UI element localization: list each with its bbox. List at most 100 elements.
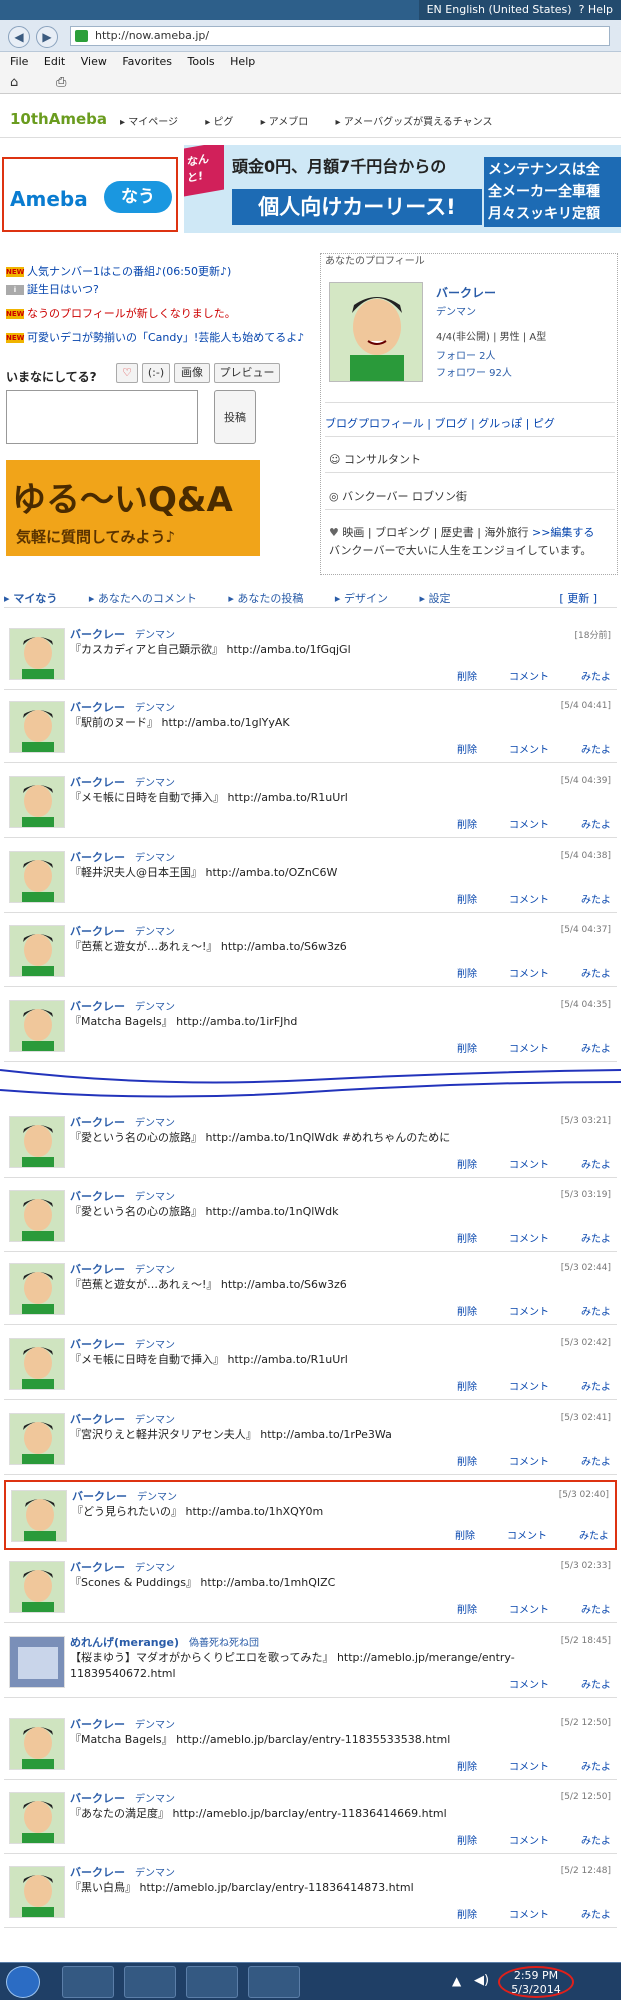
post-text[interactable]: 『宮沢りえと軽井沢タリアセン夫人』 http://amba.to/1rPe3Wa xyxy=(70,1427,570,1443)
delete-button[interactable]: 削除 xyxy=(457,1836,477,1847)
delete-button[interactable]: 削除 xyxy=(457,745,477,756)
avatar[interactable] xyxy=(9,1338,65,1390)
seen-button[interactable]: みたよ xyxy=(579,1531,609,1542)
post-text[interactable]: 『愛という名の心の旅路』 http://amba.to/1nQlWdk xyxy=(70,1204,570,1220)
avatar[interactable] xyxy=(9,1000,65,1052)
comment-button[interactable]: コメント xyxy=(509,1680,549,1691)
delete-button[interactable]: 削除 xyxy=(457,1160,477,1171)
ameba-now-logo[interactable]: Ameba なう xyxy=(2,157,178,232)
delete-button[interactable]: 削除 xyxy=(457,1234,477,1245)
volume-icon[interactable]: ◀) xyxy=(474,1973,489,1988)
nav-goods[interactable]: アメーバグッズが買えるチャンス xyxy=(344,117,493,128)
forward-icon[interactable]: ▶ xyxy=(36,26,58,48)
post-text[interactable]: 『どう見られたいの』 http://amba.to/1hXQY0m xyxy=(72,1504,572,1520)
seen-button[interactable]: みたよ xyxy=(581,745,611,756)
delete-button[interactable]: 削除 xyxy=(457,895,477,906)
avatar[interactable] xyxy=(9,1792,65,1844)
post-author[interactable]: バークレー デンマン xyxy=(70,699,175,715)
tab-design[interactable]: ▸ デザイン xyxy=(335,592,402,605)
nav-mypage[interactable]: マイページ xyxy=(128,117,178,128)
post-text[interactable]: 『軽井沢夫人@日本王国』 http://amba.to/OZnC6W xyxy=(70,865,570,881)
delete-button[interactable]: 削除 xyxy=(457,820,477,831)
post-text[interactable]: 『芭蕉と遊女が…あれぇ〜!』 http://amba.to/S6w3z6 xyxy=(70,1277,570,1293)
delete-button[interactable]: 削除 xyxy=(457,1044,477,1055)
delete-button[interactable]: 削除 xyxy=(457,672,477,683)
ie-taskbar-icon[interactable] xyxy=(186,1966,238,1998)
seen-button[interactable]: みたよ xyxy=(581,969,611,980)
seen-button[interactable]: みたよ xyxy=(581,1234,611,1245)
comment-button[interactable]: コメント xyxy=(509,1044,549,1055)
post-author[interactable]: バークレー デンマン xyxy=(72,1488,177,1504)
qa-banner[interactable]: ゆる〜いQ&A 気軽に質問してみよう♪ xyxy=(6,460,260,556)
post-author[interactable]: バークレー デンマン xyxy=(70,1188,175,1204)
avatar[interactable] xyxy=(9,628,65,680)
help-icon[interactable]: ? xyxy=(579,3,585,16)
comment-button[interactable]: コメント xyxy=(509,895,549,906)
comment-button[interactable]: コメント xyxy=(509,672,549,683)
edit-profile-link[interactable]: >>編集する xyxy=(532,526,594,539)
seen-button[interactable]: みたよ xyxy=(581,1382,611,1393)
delete-button[interactable]: 削除 xyxy=(457,969,477,980)
profile-name[interactable]: バークレー xyxy=(436,284,496,301)
status-input[interactable] xyxy=(6,390,198,444)
notice-4[interactable]: NEW 可愛いデコが勢揃いの「Candy」!芸能人も始めてるよ♪ xyxy=(6,331,304,345)
follow-count[interactable]: フォロー 2人 xyxy=(436,347,496,362)
menu-favorites[interactable]: Favorites xyxy=(122,55,172,68)
delete-button[interactable]: 削除 xyxy=(457,1605,477,1616)
emoticon-button[interactable]: (:-) xyxy=(142,363,170,383)
nav-ameblo[interactable]: アメブロ xyxy=(269,117,309,128)
post-text[interactable]: 『Matcha Bagels』 http://amba.to/1irFJhd xyxy=(70,1014,570,1030)
menu-view[interactable]: View xyxy=(81,55,107,68)
post-text[interactable]: 『カスカディアと自己顕示欲』 http://amba.to/1fGqjGl xyxy=(70,642,570,658)
ameba-10th-logo[interactable]: 10thAmeba xyxy=(10,110,107,128)
post-text[interactable]: 『芭蕉と遊女が…あれぇ〜!』 http://amba.to/S6w3z6 xyxy=(70,939,570,955)
avatar[interactable] xyxy=(9,701,65,753)
avatar[interactable] xyxy=(9,1413,65,1465)
print-icon[interactable]: ⎙ xyxy=(56,75,66,90)
heart-button[interactable]: ♡ xyxy=(116,363,138,383)
post-text[interactable]: 『Matcha Bagels』 http://ameblo.jp/barclay… xyxy=(70,1732,570,1748)
delete-button[interactable]: 削除 xyxy=(457,1910,477,1921)
seen-button[interactable]: みたよ xyxy=(581,1605,611,1616)
menu-edit[interactable]: Edit xyxy=(44,55,65,68)
avatar[interactable] xyxy=(9,1561,65,1613)
profile-links[interactable]: ブログプロフィール | ブログ | グルっぽ | ピグ xyxy=(325,415,555,431)
post-text[interactable]: 『メモ帳に日時を自動で挿入』 http://amba.to/R1uUrl xyxy=(70,790,570,806)
paint-taskbar-icon[interactable] xyxy=(248,1966,300,1998)
seen-button[interactable]: みたよ xyxy=(581,672,611,683)
post-button[interactable]: 投稿 xyxy=(214,390,256,444)
url-input[interactable]: http://now.ameba.jp/ xyxy=(70,26,610,46)
post-author[interactable]: バークレー デンマン xyxy=(70,1716,175,1732)
post-author[interactable]: バークレー デンマン xyxy=(70,774,175,790)
follower-count[interactable]: フォロワー 92人 xyxy=(436,364,512,379)
post-author[interactable]: バークレー デンマン xyxy=(70,1790,175,1806)
tray-arrow-icon[interactable]: ▲ xyxy=(452,1974,461,1988)
delete-button[interactable]: 削除 xyxy=(457,1307,477,1318)
seen-button[interactable]: みたよ xyxy=(581,1762,611,1773)
seen-button[interactable]: みたよ xyxy=(581,1457,611,1468)
notice-2[interactable]: i 誕生日はいつ? xyxy=(6,283,99,297)
seen-button[interactable]: みたよ xyxy=(581,1307,611,1318)
comment-button[interactable]: コメント xyxy=(509,1382,549,1393)
system-clock[interactable]: 2:59 PM 5/3/2014 xyxy=(498,1966,574,1998)
car-lease-banner[interactable]: なんと! 頭金0円、月額7千円台からの 個人向けカーリース! メンテナンスは全全… xyxy=(184,145,621,233)
home-icon[interactable]: ⌂ xyxy=(10,75,18,90)
avatar[interactable] xyxy=(9,1636,65,1688)
image-button[interactable]: 画像 xyxy=(174,363,210,383)
post-text[interactable]: 『駅前のヌード』 http://amba.to/1glYyAK xyxy=(70,715,570,731)
post-author[interactable]: バークレー デンマン xyxy=(70,1114,175,1130)
seen-button[interactable]: みたよ xyxy=(581,1160,611,1171)
nav-pigg[interactable]: ピグ xyxy=(213,117,233,128)
comment-button[interactable]: コメント xyxy=(509,1457,549,1468)
avatar[interactable] xyxy=(9,925,65,977)
avatar[interactable] xyxy=(329,282,423,382)
language-indicator[interactable]: EN English (United States) ? Help xyxy=(418,0,621,20)
tab-settings[interactable]: ▸ 設定 xyxy=(419,592,464,605)
post-text[interactable]: 『黒い白鳥』 http://ameblo.jp/barclay/entry-11… xyxy=(70,1880,570,1896)
notice-1[interactable]: NEW 人気ナンバー1はこの番組♪(06:50更新♪) xyxy=(6,265,231,279)
tab-my-now[interactable]: ▸ マイなう xyxy=(4,592,71,605)
tab-comments-to-you[interactable]: ▸ あなたへのコメント xyxy=(89,592,211,605)
back-icon[interactable]: ◀ xyxy=(8,26,30,48)
post-author[interactable]: バークレー デンマン xyxy=(70,1411,175,1427)
post-author[interactable]: バークレー デンマン xyxy=(70,923,175,939)
